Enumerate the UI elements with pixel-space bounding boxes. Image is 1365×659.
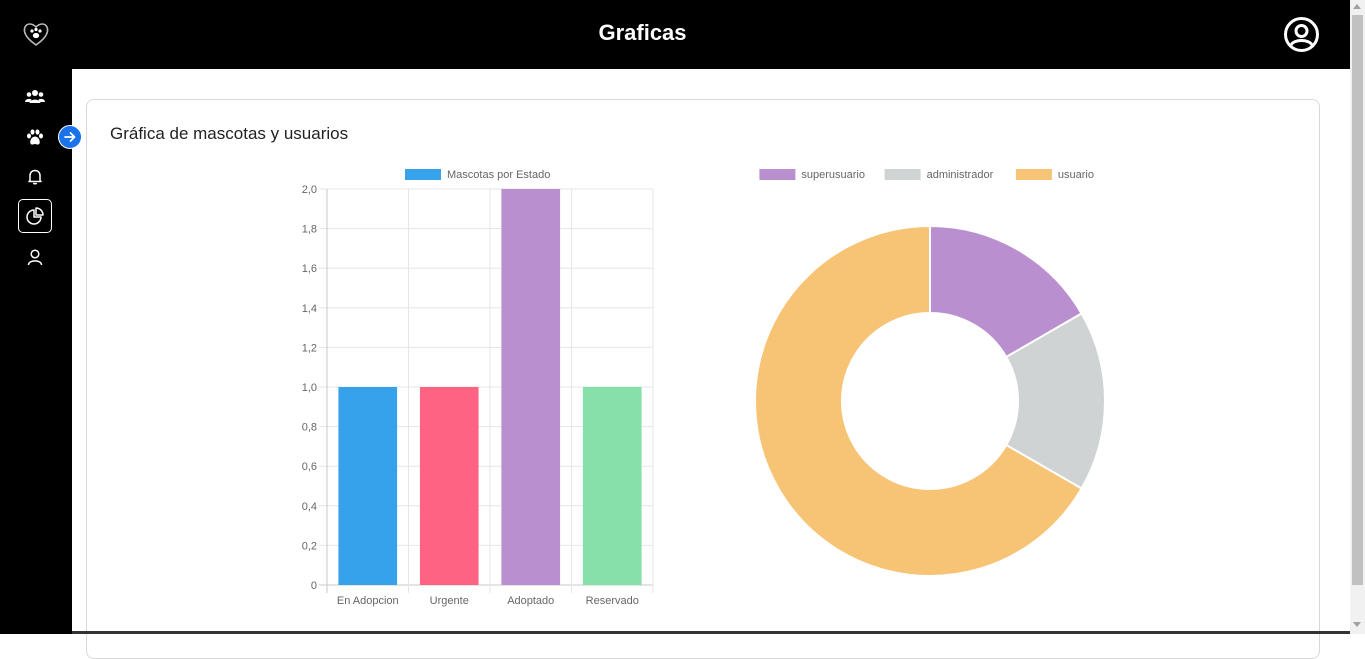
user-icon (27, 248, 43, 265)
y-tick-label: 1,0 (302, 382, 317, 394)
sidebar-item-notifications[interactable] (18, 159, 52, 193)
bar-en-adopcion (338, 387, 398, 585)
y-tick-label: 2,0 (302, 184, 317, 196)
charts-card: Gráfica de mascotas y usuarios (86, 99, 1320, 659)
sidebar-toggle-button[interactable] (58, 125, 82, 149)
x-tick-label-en-adopcion: En Adopcion (337, 595, 399, 607)
y-tick-label: 0,2 (302, 540, 317, 552)
legend-label-administrador: administrador (927, 169, 994, 181)
y-tick-label: 0,6 (302, 461, 317, 473)
sidebar-item-charts[interactable] (18, 199, 52, 233)
users-icon (25, 90, 45, 103)
sidebar (0, 69, 82, 634)
top-bar: Graficas (0, 0, 1350, 69)
scroll-up-arrow-icon[interactable] (1353, 4, 1361, 9)
legend-swatch-mascotas-por-estado (405, 169, 441, 180)
scroll-down-arrow-icon[interactable] (1353, 622, 1361, 627)
doughnut-chart-usuarios: superusuario administrador usuario (754, 169, 1106, 577)
y-tick-label: 1,6 (302, 263, 317, 275)
sidebar-item-profile[interactable] (18, 240, 52, 274)
pie-chart-icon (26, 207, 44, 225)
page-title: Graficas (598, 20, 687, 45)
page-scrollbar[interactable] (1350, 0, 1365, 634)
bar-chart-mascotas-por-estado: Mascotas por Estado 0 0,2 0,4 0,6 0,8 1,0 1,2 1,… (302, 169, 654, 607)
y-tick-label: 0,8 (302, 422, 317, 434)
sidebar-item-users[interactable] (18, 80, 52, 114)
sidebar-item-pets[interactable] (18, 120, 52, 154)
arrow-right-icon (64, 132, 76, 142)
scrollbar-thumb[interactable] (1352, 15, 1363, 585)
legend-swatch-superusuario (759, 169, 796, 180)
bar-chart-legend: Mascotas por Estado (405, 169, 550, 181)
y-tick-label: 1,2 (302, 342, 317, 354)
x-tick-label-urgente: Urgente (430, 595, 469, 607)
account-circle-icon[interactable] (1283, 16, 1320, 53)
bell-icon (28, 169, 42, 184)
x-tick-label-adoptado: Adoptado (507, 595, 554, 607)
bar-adoptado (501, 189, 561, 585)
bar-urgente (419, 387, 479, 585)
bar-reservado (582, 387, 642, 585)
y-tick-label: 1,8 (302, 224, 317, 236)
legend-swatch-usuario (1015, 169, 1052, 180)
x-tick-label-reservado: Reservado (586, 595, 639, 607)
y-tick-label: 0,4 (302, 501, 317, 513)
y-tick-label: 1,4 (302, 303, 317, 315)
legend-label-mascotas-por-estado: Mascotas por Estado (447, 169, 550, 181)
doughnut-chart-legend: superusuario administrador usuario (759, 169, 1094, 181)
legend-swatch-administrador (884, 169, 921, 180)
y-tick-label: 0 (311, 580, 317, 592)
legend-label-superusuario: superusuario (801, 169, 865, 181)
paw-icon (27, 128, 43, 145)
card-title: Gráfica de mascotas y usuarios (110, 124, 349, 143)
legend-label-usuario: usuario (1058, 169, 1094, 181)
